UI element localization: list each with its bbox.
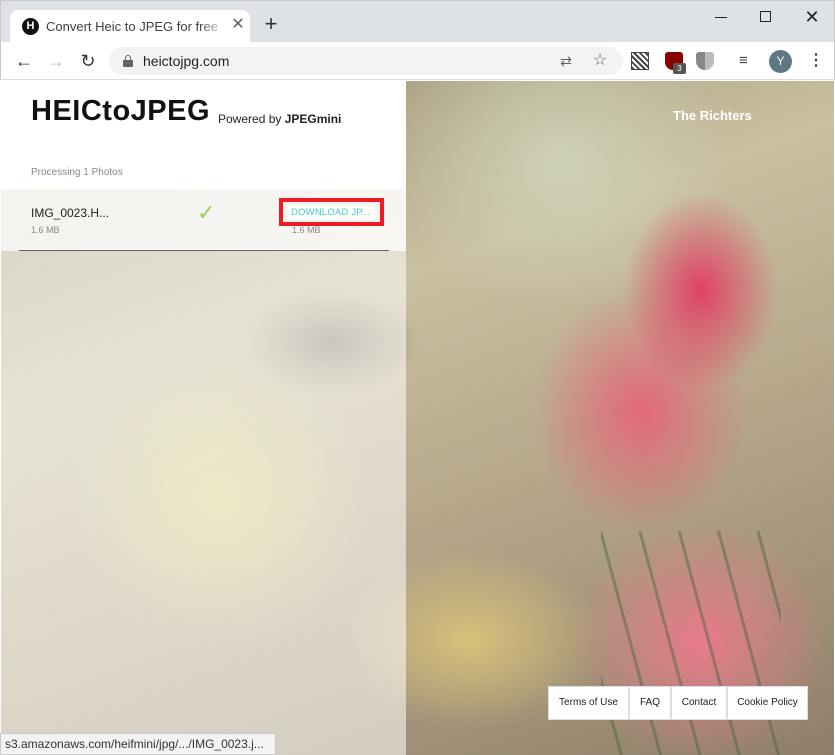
download-jpeg-button[interactable]: DOWNLOAD JP... (288, 206, 375, 219)
browser-titlebar: H Convert Heic to JPEG for free | HEIC ✕… (0, 0, 835, 44)
reload-icon[interactable]: ↻ (77, 50, 99, 72)
back-arrow-icon[interactable]: ← (13, 50, 35, 72)
file-row: IMG_0023.H... 1.6 MB ✓ DOWNLOAD JP... 1.… (1, 189, 406, 251)
file-size: 1.6 MB (31, 225, 60, 235)
close-window-button[interactable]: ✕ (800, 5, 824, 29)
row-divider (19, 250, 389, 251)
qr-code-extension-icon[interactable] (631, 52, 649, 70)
new-tab-button[interactable]: + (261, 13, 281, 35)
tab-title: Convert Heic to JPEG for free | HEIC (46, 19, 222, 34)
plant-leaves (601, 531, 781, 755)
profile-avatar[interactable]: Y (769, 50, 792, 73)
lock-icon (123, 55, 133, 67)
status-bar-url: s3.amazonaws.com/heifmini/jpg/.../IMG_00… (0, 733, 276, 755)
powered-by-prefix: Powered by (218, 112, 285, 126)
powered-by: Powered by JPEGmini (218, 112, 341, 126)
page-content: HEICtoJPEG Powered by JPEGmini Processin… (1, 81, 834, 755)
processing-status: Processing 1 Photos (31, 167, 123, 178)
browser-toolbar: ← → ↻ heictojpg.com ⇄ ☆ 3 ≡ Y ⋮ (0, 42, 835, 80)
faq-link[interactable]: FAQ (629, 686, 671, 720)
forward-arrow-icon[interactable]: → (45, 50, 67, 72)
file-name: IMG_0023.H... (31, 206, 110, 220)
contact-link[interactable]: Contact (671, 686, 727, 720)
minimize-button[interactable] (709, 5, 733, 29)
download-highlight-box: DOWNLOAD JP... (279, 198, 384, 226)
minimize-icon (715, 17, 727, 18)
browser-tab[interactable]: H Convert Heic to JPEG for free | HEIC ✕ (10, 10, 250, 44)
bookmark-star-icon[interactable]: ☆ (591, 52, 609, 70)
tab-title-fade (200, 16, 226, 38)
terms-of-use-link[interactable]: Terms of Use (548, 686, 629, 720)
jpegmini-link[interactable]: JPEGmini (285, 112, 342, 126)
address-bar[interactable]: heictojpg.com ⇄ ☆ (109, 47, 623, 75)
photo-credit[interactable]: The Richters (673, 108, 752, 123)
media-control-icon[interactable]: ≡ (739, 52, 757, 70)
lock-body (123, 60, 133, 67)
translate-icon[interactable]: ⇄ (557, 52, 575, 70)
shield-extension-icon[interactable] (696, 52, 714, 70)
checkmark-icon: ✓ (197, 200, 216, 225)
converter-panel: HEICtoJPEG Powered by JPEGmini Processin… (1, 81, 406, 755)
site-logo[interactable]: HEICtoJPEG (31, 95, 210, 128)
converted-file-size: 1.6 MB (292, 225, 321, 235)
panel-header: HEICtoJPEG Powered by JPEGmini Processin… (1, 81, 406, 189)
favicon-icon: H (22, 18, 39, 35)
maximize-button[interactable] (754, 5, 778, 29)
url-text[interactable]: heictojpg.com (143, 53, 229, 69)
tab-close-icon[interactable]: ✕ (230, 17, 246, 33)
ublock-count-badge: 3 (673, 63, 686, 74)
cookie-policy-link[interactable]: Cookie Policy (727, 686, 808, 720)
maximize-icon (760, 11, 771, 22)
browser-menu-icon[interactable]: ⋮ (808, 51, 824, 71)
